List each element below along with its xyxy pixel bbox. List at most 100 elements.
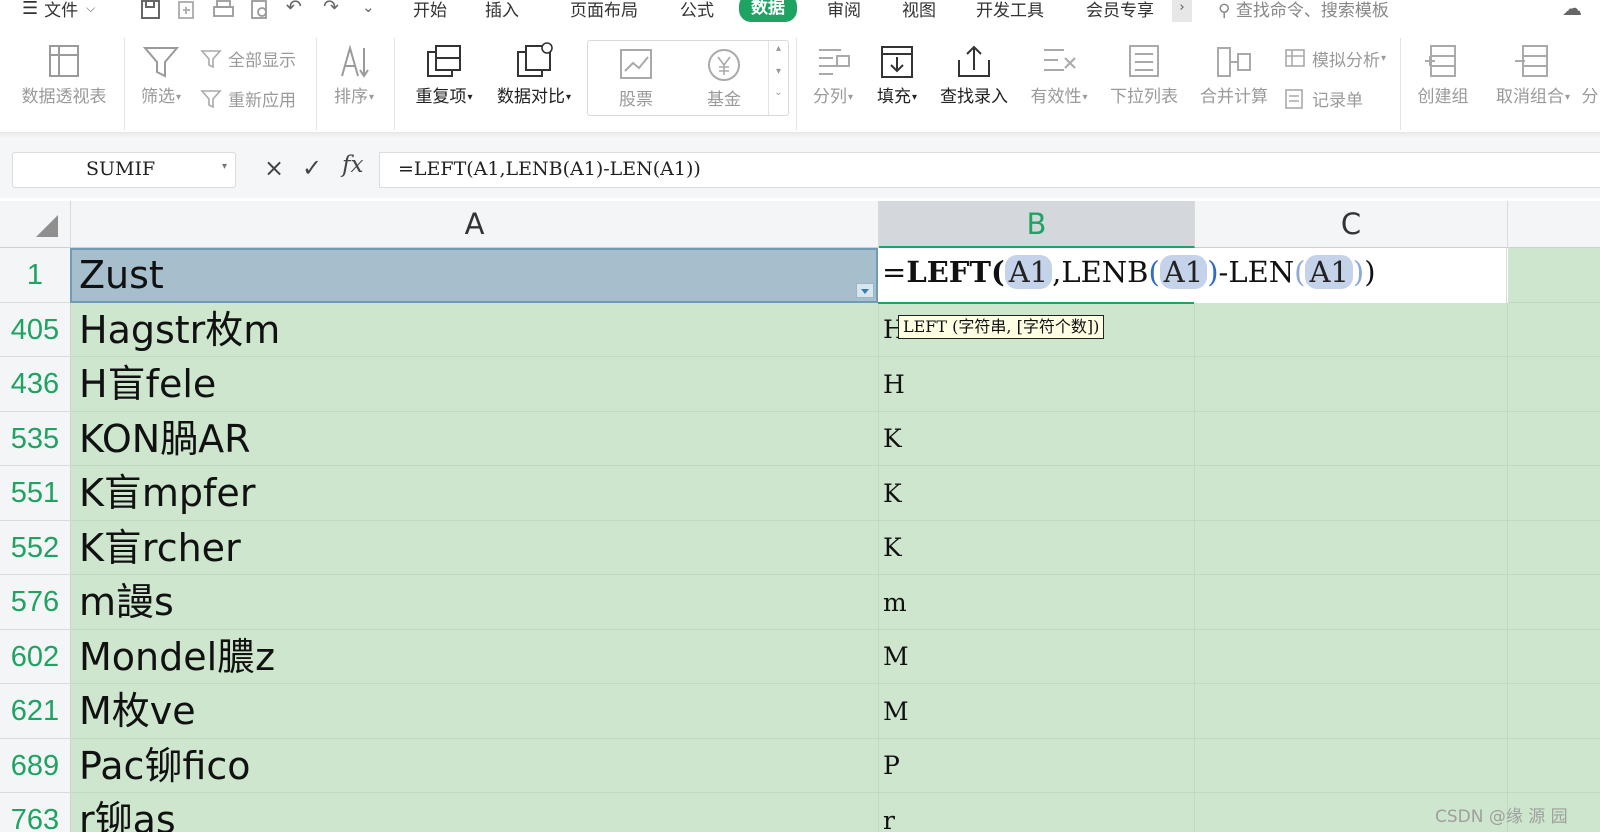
cell-b[interactable]: P	[879, 739, 1195, 793]
cell-d[interactable]	[1508, 630, 1600, 684]
chevron-down-icon[interactable]: ▾	[222, 161, 227, 172]
row-header[interactable]: 576	[0, 575, 71, 630]
cell-c[interactable]	[1195, 739, 1508, 793]
consolidate-button[interactable]: 合并计算	[1194, 42, 1274, 107]
cell-d[interactable]	[1508, 248, 1600, 303]
show-all-button[interactable]: 全部显示	[200, 46, 296, 71]
scroll-down-icon[interactable]: ▾	[769, 66, 788, 77]
cell-b[interactable]: r	[879, 793, 1195, 832]
filter-button[interactable]: 筛选▾	[134, 42, 188, 107]
command-search[interactable]: ⚲ 查找命令、搜索模板	[1218, 0, 1389, 21]
cell-b[interactable]: M	[879, 684, 1195, 739]
autofilter-arrow-icon[interactable]	[856, 283, 874, 298]
column-header-b[interactable]: B	[879, 201, 1195, 248]
insert-function-icon[interactable]: fx	[342, 152, 363, 178]
cell-c[interactable]	[1195, 684, 1508, 739]
column-header-d[interactable]	[1508, 201, 1600, 248]
cell-a[interactable]: m謾s	[71, 575, 879, 630]
cell-d[interactable]	[1508, 357, 1600, 412]
pivot-table-button[interactable]: 数据透视表	[16, 42, 112, 107]
dropdown-list-button[interactable]: 下拉列表	[1104, 42, 1184, 107]
cell-b[interactable]: m	[879, 575, 1195, 630]
select-all-corner[interactable]	[0, 201, 71, 248]
confirm-formula-icon[interactable]: ✓	[302, 154, 322, 182]
lookup-entry-button[interactable]: 查找录入	[934, 42, 1014, 107]
customize-toolbar-icon[interactable]: ⌄	[362, 0, 375, 16]
cell-d[interactable]	[1508, 521, 1600, 575]
cell-a[interactable]: K盲mpfer	[71, 466, 879, 521]
cell-c[interactable]	[1195, 357, 1508, 412]
gallery-scrollbar[interactable]: ▴ ▾ ⌄	[768, 41, 788, 115]
sort-button[interactable]: 排序▾	[328, 42, 380, 107]
cell-d[interactable]	[1508, 684, 1600, 739]
cell-d[interactable]	[1508, 303, 1600, 357]
what-if-analysis-button[interactable]: 模拟分析 ▾	[1284, 46, 1386, 71]
row-header[interactable]: 602	[0, 630, 71, 684]
split-column-button[interactable]: 分列▾	[806, 42, 860, 107]
export-pdf-icon[interactable]	[176, 0, 198, 20]
tab-member[interactable]: 会员专享	[1086, 0, 1154, 21]
row-header[interactable]: 551	[0, 466, 71, 521]
row-header[interactable]: 1	[0, 248, 71, 303]
fill-button[interactable]: 填充▾	[870, 42, 924, 107]
create-group-button[interactable]: 创建组	[1408, 42, 1478, 107]
scroll-up-icon[interactable]: ▴	[769, 43, 788, 54]
cell-b[interactable]: K	[879, 466, 1195, 521]
reapply-button[interactable]: 重新应用	[200, 86, 296, 111]
tab-developer[interactable]: 开发工具	[976, 0, 1044, 21]
cell-a[interactable]: Pac铆fico	[71, 739, 879, 793]
cloud-icon[interactable]: ☁	[1562, 0, 1582, 20]
row-header[interactable]: 689	[0, 739, 71, 793]
cell-d[interactable]	[1508, 739, 1600, 793]
save-icon[interactable]	[140, 0, 162, 20]
row-header[interactable]: 436	[0, 357, 71, 412]
cell-a[interactable]: M枚ve	[71, 684, 879, 739]
cell-c[interactable]	[1195, 575, 1508, 630]
row-header[interactable]: 405	[0, 303, 71, 357]
subtotal-button[interactable]: 分	[1580, 42, 1600, 107]
cell-a[interactable]: Mondel膿z	[71, 630, 879, 684]
redo-icon[interactable]: ↷	[323, 0, 339, 18]
undo-icon[interactable]: ↶	[286, 0, 302, 18]
tab-data[interactable]: 数据	[739, 0, 797, 22]
cell-b[interactable]: K	[879, 521, 1195, 575]
tab-formulas[interactable]: 公式	[680, 0, 714, 21]
cell-d[interactable]	[1508, 466, 1600, 521]
ungroup-button[interactable]: 取消组合▾	[1488, 42, 1578, 107]
cell-c[interactable]	[1195, 521, 1508, 575]
column-header-c[interactable]: C	[1195, 201, 1508, 248]
cell-b[interactable]: M	[879, 630, 1195, 684]
more-tabs-button[interactable]: ›	[1172, 0, 1192, 22]
cell-a[interactable]: Hagstr枚m	[71, 303, 879, 357]
cell-c[interactable]	[1195, 412, 1508, 466]
tab-page-layout[interactable]: 页面布局	[570, 0, 638, 21]
tab-home[interactable]: 开始	[413, 0, 447, 21]
cell-editor[interactable]: =LEFT(A1 ,LENB(A1)-LEN(A1))	[878, 248, 1507, 303]
cell-a[interactable]: r铆as	[71, 793, 879, 832]
row-header[interactable]: 763	[0, 793, 71, 832]
cell-b[interactable]: H	[879, 357, 1195, 412]
cell-d[interactable]	[1508, 575, 1600, 630]
stock-button[interactable]: 股票	[596, 45, 676, 110]
record-form-button[interactable]: 记录单	[1284, 86, 1363, 111]
formula-input[interactable]: =LEFT(A1,LENB(A1)-LEN(A1))	[379, 152, 1600, 188]
validity-button[interactable]: 有效性▾	[1024, 42, 1094, 107]
cancel-formula-icon[interactable]: ×	[264, 154, 284, 182]
cell-d[interactable]	[1508, 412, 1600, 466]
gallery-expand-icon[interactable]: ⌄	[769, 87, 788, 98]
cell-a[interactable]: H盲fele	[71, 357, 879, 412]
cell-a[interactable]: K盲rcher	[71, 521, 879, 575]
tab-insert[interactable]: 插入	[485, 0, 519, 21]
cell-a[interactable]: Zust	[71, 248, 879, 303]
row-header[interactable]: 621	[0, 684, 71, 739]
cell-a[interactable]: KON腡AR	[71, 412, 879, 466]
name-box[interactable]: SUMIF ▾	[12, 152, 236, 188]
cell-b[interactable]: K	[879, 412, 1195, 466]
cell-c[interactable]	[1195, 466, 1508, 521]
duplicates-button[interactable]: 重复项▾	[408, 42, 480, 107]
row-header[interactable]: 552	[0, 521, 71, 575]
tab-review[interactable]: 审阅	[827, 0, 861, 21]
print-preview-icon[interactable]	[249, 0, 273, 20]
print-icon[interactable]	[212, 0, 236, 20]
cell-c[interactable]	[1195, 303, 1508, 357]
